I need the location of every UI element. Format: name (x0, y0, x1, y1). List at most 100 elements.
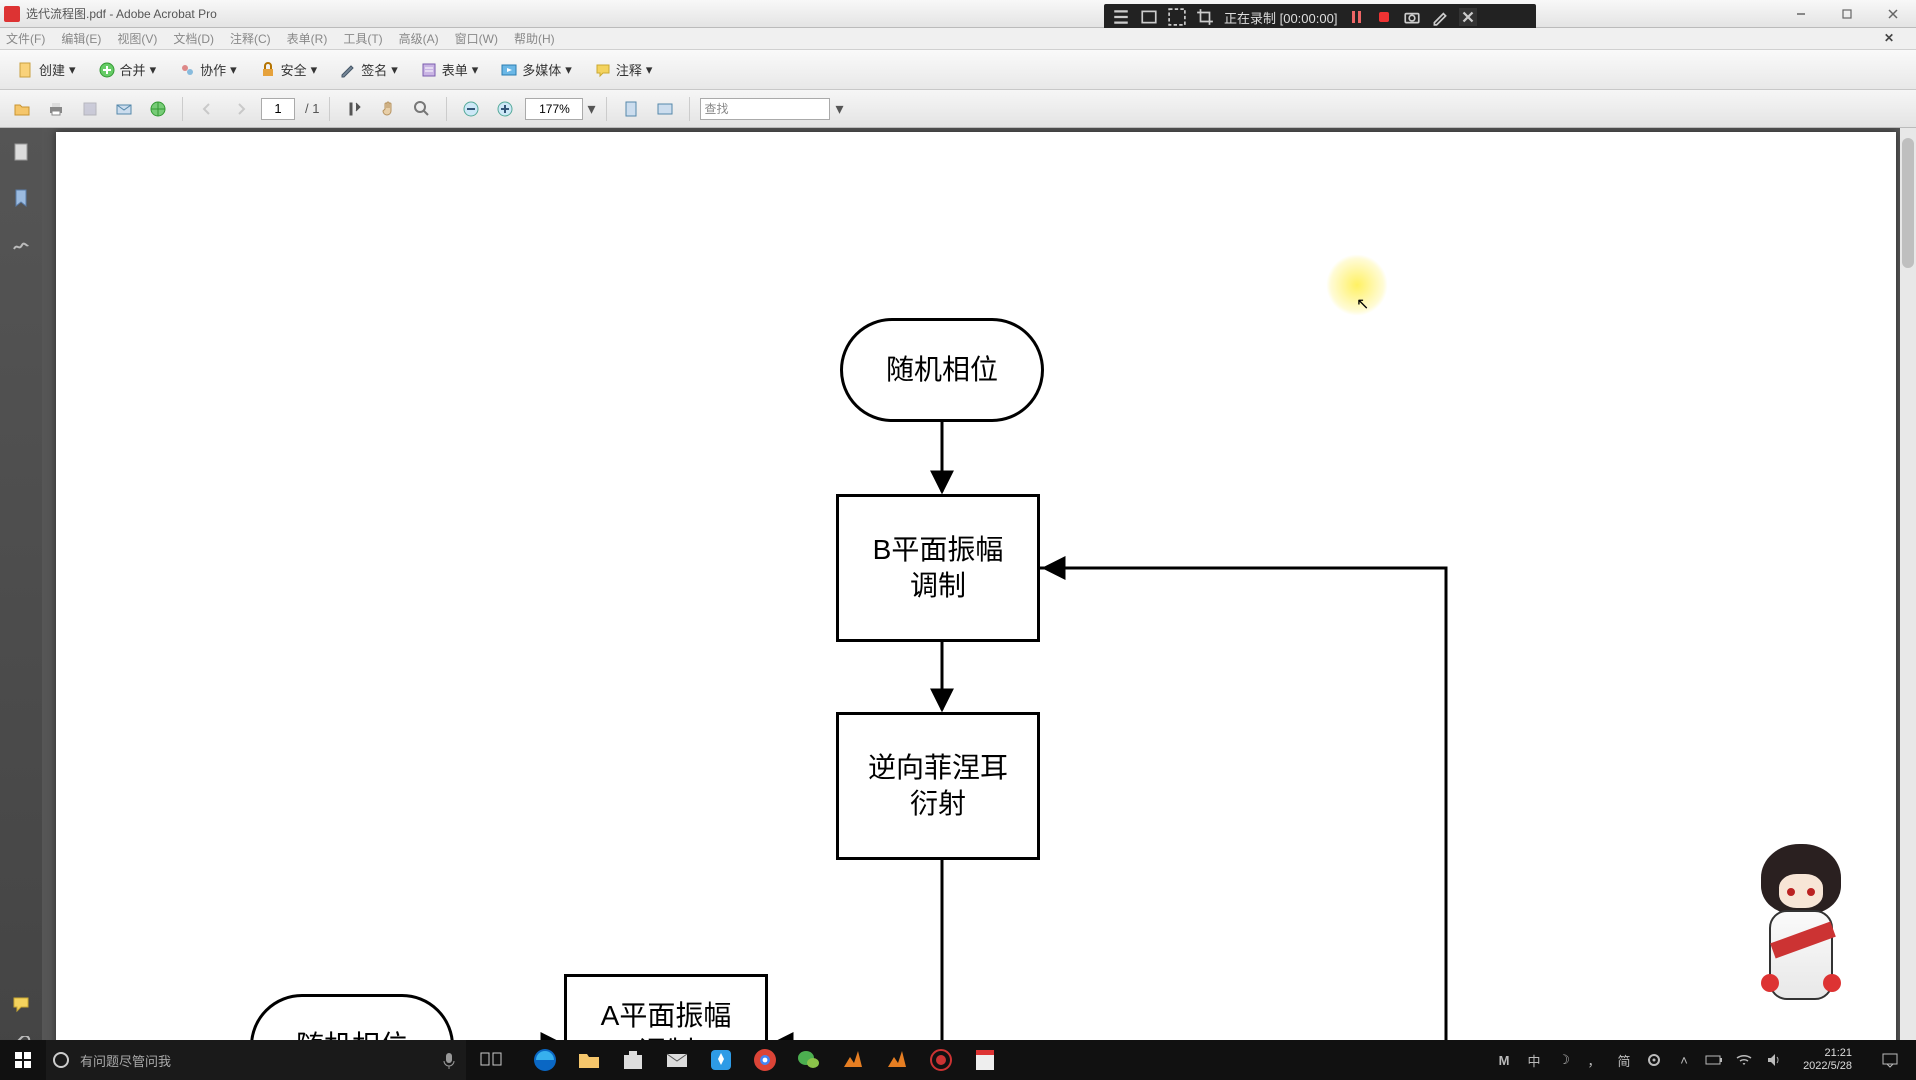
menu-window[interactable]: 窗口(W) (455, 30, 498, 47)
nav-toolbar: / 1 ▾ ▾ (0, 90, 1916, 128)
zoom-in-icon[interactable] (491, 95, 519, 123)
sign-button[interactable]: 签名▾ (330, 56, 407, 84)
open-icon[interactable] (8, 95, 36, 123)
volume-icon[interactable] (1765, 1051, 1783, 1069)
close-window-button[interactable] (1870, 0, 1916, 28)
recorder-region-icon[interactable] (1168, 8, 1186, 26)
matlab-icon[interactable] (840, 1047, 866, 1073)
mail-icon[interactable] (664, 1047, 690, 1073)
ime-m-icon[interactable]: M (1495, 1051, 1513, 1069)
zoom-level-input[interactable] (525, 98, 583, 120)
ime-moon-icon[interactable]: ☽ (1555, 1051, 1573, 1069)
menu-edit[interactable]: 编辑(E) (61, 30, 101, 47)
prev-page-icon[interactable] (193, 95, 221, 123)
menu-help[interactable]: 帮助(H) (514, 30, 555, 47)
ime-lang-icon[interactable]: 中 (1525, 1051, 1543, 1069)
menu-form[interactable]: 表单(R) (287, 30, 328, 47)
comment-label: 注释 (616, 60, 642, 79)
scrollbar-thumb[interactable] (1902, 138, 1914, 268)
recorder-camera-icon[interactable] (1403, 8, 1421, 26)
recorder-pen-icon[interactable] (1431, 8, 1449, 26)
marquee-zoom-icon[interactable] (408, 95, 436, 123)
fit-width-icon[interactable] (617, 95, 645, 123)
file-explorer-icon[interactable] (576, 1047, 602, 1073)
search-placeholder: 有问题尽管问我 (80, 1051, 171, 1070)
recorder-crop-icon[interactable] (1196, 8, 1214, 26)
menu-advanced[interactable]: 高级(A) (399, 30, 439, 47)
minimize-button[interactable] (1778, 0, 1824, 28)
page-number-input[interactable] (261, 98, 295, 120)
create-label: 创建 (39, 60, 65, 79)
select-tool-icon[interactable] (340, 95, 368, 123)
recorder-close-icon[interactable] (1459, 8, 1477, 26)
chevron-down-icon: ▾ (150, 62, 157, 78)
menu-tool[interactable]: 工具(T) (343, 30, 382, 47)
maximize-button[interactable] (1824, 0, 1870, 28)
store-icon[interactable] (620, 1047, 646, 1073)
wechat-icon[interactable] (796, 1047, 822, 1073)
web-icon[interactable] (144, 95, 172, 123)
email-icon[interactable] (110, 95, 138, 123)
bookmarks-panel-icon[interactable] (9, 186, 33, 210)
start-button[interactable] (0, 1040, 46, 1080)
ime-comma-icon[interactable]: ， (1585, 1051, 1603, 1069)
tray-chevron-icon[interactable]: ˄ (1675, 1051, 1693, 1069)
signatures-panel-icon[interactable] (9, 232, 33, 256)
screen-recorder-bar[interactable]: 正在录制 [00:00:00] (1104, 4, 1536, 30)
desktop-pet-avatar[interactable] (1746, 844, 1856, 1024)
zoom-out-icon[interactable] (457, 95, 485, 123)
merge-button[interactable]: 合并▾ (89, 56, 166, 84)
app-blue-icon[interactable] (708, 1047, 734, 1073)
taskbar: 有问题尽管问我 M 中 ☽ ， 简 ˄ 21:21 2022/5/28 (0, 1040, 1916, 1080)
multimedia-button[interactable]: 多媒体▾ (491, 56, 581, 84)
close-doc-icon[interactable]: ✕ (1884, 31, 1894, 45)
comment-button[interactable]: 注释▾ (585, 56, 662, 84)
menubar: 文件(F) 编辑(E) 视图(V) 文档(D) 注释(C) 表单(R) 工具(T… (0, 28, 1916, 50)
pages-panel-icon[interactable] (9, 140, 33, 164)
clock-date: 2022/5/28 (1803, 1060, 1852, 1073)
chrome-icon[interactable] (752, 1047, 778, 1073)
titlebar: 选代流程图.pdf - Adobe Acrobat Pro (0, 0, 1916, 28)
hand-tool-icon[interactable] (374, 95, 402, 123)
chevron-down-icon: ▾ (646, 62, 653, 78)
edge-icon[interactable] (532, 1047, 558, 1073)
taskbar-search[interactable]: 有问题尽管问我 (46, 1040, 466, 1080)
next-page-icon[interactable] (227, 95, 255, 123)
battery-icon[interactable] (1705, 1051, 1723, 1069)
chevron-down-icon: ▾ (230, 62, 237, 78)
recorder-stop-icon[interactable] (1375, 8, 1393, 26)
mic-icon[interactable] (442, 1051, 456, 1069)
recorder-status: 正在录制 [00:00:00] (1224, 8, 1337, 27)
secure-button[interactable]: 安全▾ (250, 56, 327, 84)
fit-page-icon[interactable] (651, 95, 679, 123)
find-input[interactable] (700, 98, 830, 120)
recorder-menu-icon[interactable] (1112, 8, 1130, 26)
save-icon[interactable] (76, 95, 104, 123)
taskbar-clock[interactable]: 21:21 2022/5/28 (1795, 1047, 1860, 1073)
multimedia-label: 多媒体 (522, 60, 561, 79)
ime-gear-icon[interactable] (1645, 1051, 1663, 1069)
recorder-pause-icon[interactable] (1347, 8, 1365, 26)
recorder-window-icon[interactable] (1140, 8, 1158, 26)
collab-button[interactable]: 协作▾ (169, 56, 246, 84)
menu-document[interactable]: 文档(D) (173, 30, 214, 47)
find-dropdown-icon[interactable]: ▾ (836, 99, 844, 119)
recorder-app-icon[interactable] (928, 1047, 954, 1073)
menu-view[interactable]: 视图(V) (117, 30, 157, 47)
matlab-icon-2[interactable] (884, 1047, 910, 1073)
acrobat-taskbar-icon[interactable] (972, 1047, 998, 1073)
comments-panel-icon[interactable] (9, 992, 33, 1016)
action-center-icon[interactable] (1872, 1040, 1908, 1080)
create-button[interactable]: 创建▾ (8, 56, 85, 84)
vertical-scrollbar[interactable] (1900, 128, 1916, 1072)
print-icon[interactable] (42, 95, 70, 123)
ime-simp-icon[interactable]: 简 (1615, 1051, 1633, 1069)
zoom-dropdown-icon[interactable]: ▾ (587, 99, 595, 119)
collab-label: 协作 (200, 60, 226, 79)
menu-comment[interactable]: 注释(C) (230, 30, 271, 47)
task-view-icon[interactable] (480, 1050, 502, 1071)
document-viewport[interactable]: ↖ 随机相位 B平面振幅调制 逆向菲涅耳衍射 随机相位 A平面振幅调制 (42, 128, 1916, 1072)
menu-file[interactable]: 文件(F) (6, 30, 45, 47)
forms-button[interactable]: 表单▾ (411, 56, 488, 84)
wifi-icon[interactable] (1735, 1051, 1753, 1069)
